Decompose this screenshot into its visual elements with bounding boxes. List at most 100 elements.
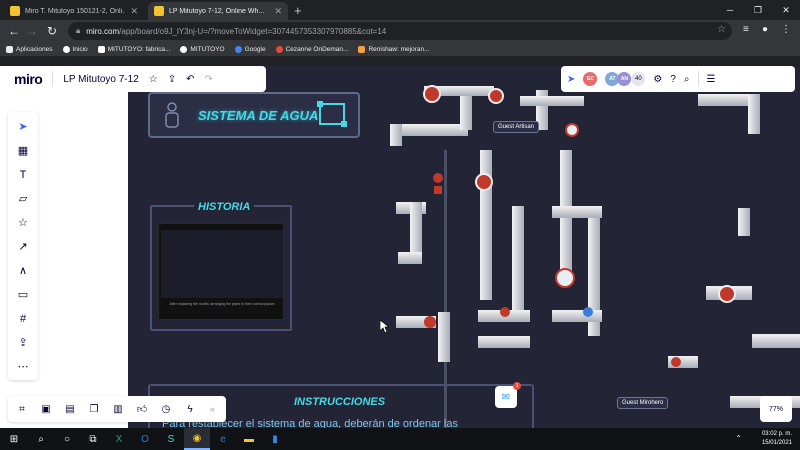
shapes-icon[interactable]: ☆	[14, 214, 32, 231]
redo-icon[interactable]: ↷	[205, 74, 213, 85]
cards-icon[interactable]: ❐	[86, 401, 102, 418]
text-icon[interactable]: T	[14, 166, 32, 183]
miro-logo[interactable]: miro	[14, 71, 43, 87]
divider	[52, 71, 54, 87]
tab-title: Miro T. Mitutoyo 150121-2, Onli...	[25, 7, 126, 15]
pipe	[480, 150, 492, 300]
outlook-icon[interactable]: O	[132, 428, 158, 450]
system-tray-icon[interactable]: ⌃	[735, 434, 742, 443]
bookmark-label: Aplicaciones	[16, 45, 53, 53]
board-chat-icon[interactable]: ✉	[495, 386, 517, 408]
bookmark-star-icon[interactable]: ☆	[717, 24, 726, 35]
close-tab-icon[interactable]: ✕	[130, 6, 138, 17]
kanban-icon[interactable]: ▥	[110, 401, 126, 418]
board-title: SISTEMA DE AGUA	[198, 108, 319, 123]
new-tab-button[interactable]: +	[294, 3, 302, 18]
reload-icon[interactable]: ↻	[44, 23, 60, 39]
camera-app-icon[interactable]: ▮	[262, 428, 288, 450]
cezanne-icon	[275, 45, 283, 53]
pipe	[552, 310, 602, 322]
templates-icon[interactable]: ▦	[14, 142, 32, 159]
chat-icon[interactable]: ▤	[62, 401, 78, 418]
comment-icon[interactable]: ▭	[14, 286, 32, 303]
frame-icon[interactable]: #	[14, 310, 32, 327]
apps-grid-icon	[6, 45, 13, 53]
instructions-title: INSTRUCCIONES	[290, 396, 390, 408]
pipe	[398, 252, 422, 264]
collapse-icon[interactable]: «	[210, 404, 215, 414]
clock-date: 15/01/2021	[761, 440, 792, 446]
guest-cursor-label: Guest Mirohero	[617, 397, 669, 409]
frames-icon[interactable]: ⌗	[14, 401, 30, 418]
settings-sliders-icon[interactable]: ⚙︎	[653, 74, 662, 85]
timer-icon[interactable]: ◷	[158, 401, 174, 418]
profile-icon[interactable]: ●	[762, 24, 768, 35]
miro-favicon	[10, 6, 20, 16]
bookmark-inicio[interactable]: Inicio	[62, 45, 88, 53]
close-tab-icon[interactable]: ✕	[274, 6, 282, 17]
board-canvas[interactable]: Guest Artisan Guest Mirohero	[0, 66, 800, 428]
notes-icon[interactable]: ☰	[707, 74, 716, 85]
browser-tab-lp-mitutoyo[interactable]: LP Mitutoyo 7-12, Online Wh... ✕	[148, 2, 288, 20]
avatar[interactable]: EC	[583, 72, 598, 86]
media-controls-icon[interactable]: ≡	[743, 24, 749, 35]
google-icon	[234, 45, 242, 53]
bookmark-apps[interactable]: Aplicaciones	[6, 45, 53, 53]
menu-icon[interactable]: ⋮	[781, 24, 791, 35]
undo-icon[interactable]: ↶	[186, 74, 194, 85]
select-cursor-icon[interactable]: ➤	[14, 118, 32, 135]
upload-icon[interactable]: ⇪	[14, 334, 32, 351]
bookmark-google[interactable]: Google	[234, 45, 266, 53]
more-tools-icon[interactable]: ⋯	[14, 358, 32, 375]
bookmark-label: MITUTOYO	[190, 45, 225, 53]
excel-icon[interactable]: X	[106, 428, 132, 450]
valve	[500, 307, 510, 317]
forward-icon[interactable]: →	[24, 23, 40, 39]
star-icon[interactable]: ☆	[149, 74, 158, 85]
browser-tab-miro-t[interactable]: Miro T. Mitutoyo 150121-2, Onli... ✕	[4, 2, 144, 20]
minimize-icon[interactable]: ─	[716, 0, 744, 20]
address-bar[interactable]: 🔒︎ miro.com/app/board/o9J_lY3nj-U=/?move…	[68, 22, 732, 40]
bookmark-cezanne[interactable]: Cezanne OnDeman...	[275, 45, 348, 53]
pen-icon[interactable]: ∧	[14, 262, 32, 279]
board-name[interactable]: LP Mitutoyo 7-12	[63, 74, 138, 85]
app-s-icon[interactable]: S	[158, 428, 184, 450]
voting-icon[interactable]: 👍︎	[134, 401, 150, 418]
help-icon[interactable]: ?	[670, 74, 676, 85]
share-upload-icon[interactable]: ⇪	[168, 74, 176, 85]
valve	[423, 85, 441, 103]
edge-icon[interactable]: e	[210, 428, 236, 450]
renishaw-icon	[358, 45, 366, 53]
back-icon[interactable]: ←	[6, 23, 22, 39]
chrome-icon[interactable]: ◉	[184, 428, 210, 450]
fitting	[583, 307, 593, 317]
divider	[697, 71, 699, 87]
participant-count[interactable]: 40	[631, 72, 646, 86]
bookmark-renishaw[interactable]: Renishaw: mejoran...	[358, 45, 430, 53]
screen-share-icon[interactable]: ▣	[38, 401, 54, 418]
avatar[interactable]: AN	[617, 72, 632, 86]
pipe	[398, 124, 468, 136]
gauge	[565, 123, 579, 137]
windows-taskbar: ⊞ ⌕ ○ ⧉ X O S ◉ e ▬ ▮ ⌃ 03:02 p. m. 15/0…	[0, 428, 800, 450]
bookmark-label: MITUTOYO: fabrica...	[107, 45, 171, 53]
windows-start-icon[interactable]: ⊞	[0, 428, 28, 450]
bookmark-mitutoyo-fabrica[interactable]: MITUTOYO: fabrica...	[97, 45, 171, 53]
maximize-icon[interactable]: ❐	[744, 0, 772, 20]
file-explorer-icon[interactable]: ▬	[236, 428, 262, 450]
system-clock[interactable]: 03:02 p. m. 15/01/2021	[762, 430, 792, 448]
cursor-follow-icon[interactable]: ➤	[567, 74, 575, 85]
close-window-icon[interactable]: ✕	[772, 0, 800, 20]
zoom-level[interactable]: 77%	[760, 396, 792, 422]
browser-toolbar: ← → ↻ 🔒︎ miro.com/app/board/o9J_lY3nj-U=…	[0, 20, 800, 42]
task-view-icon[interactable]: ⧉	[80, 428, 106, 450]
search-icon[interactable]: ⌕	[684, 74, 690, 85]
cortana-icon[interactable]: ○	[54, 428, 80, 450]
sticky-note-icon[interactable]: ▱	[14, 190, 32, 207]
bookmark-mitutoyo[interactable]: MITUTOYO	[180, 45, 225, 53]
search-icon[interactable]: ⌕	[28, 428, 54, 450]
connection-line-icon[interactable]: ↗	[14, 238, 32, 255]
mouse-cursor-icon	[380, 320, 389, 333]
globe-icon	[62, 45, 70, 53]
activity-icon[interactable]: ϟ	[182, 401, 198, 418]
